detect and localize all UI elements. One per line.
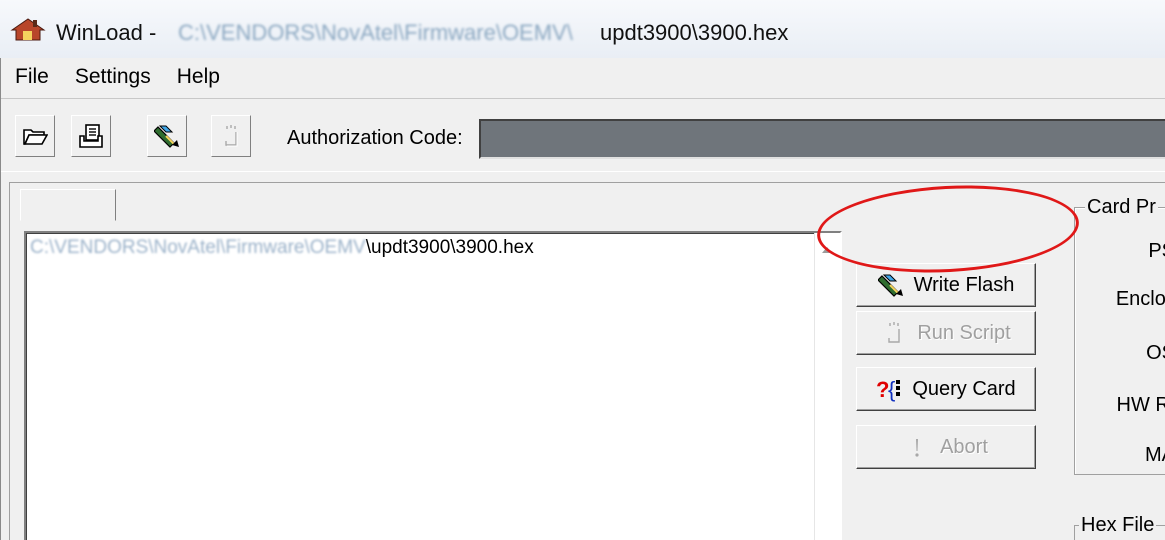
folder-open-icon bbox=[23, 129, 48, 145]
open-file-button[interactable] bbox=[15, 115, 55, 157]
winload-window: File Settings Help Authorization Code: C… bbox=[0, 58, 1165, 540]
window-title-prefix: WinLoad - bbox=[56, 20, 157, 45]
run-script-icon bbox=[888, 322, 901, 343]
hex-file-legend: Hex File bbox=[1079, 514, 1157, 537]
write-flash-icon bbox=[154, 125, 179, 148]
property-label: PS bbox=[1148, 240, 1165, 262]
toolbar: Authorization Code: bbox=[1, 98, 1165, 172]
file-list-tab[interactable] bbox=[20, 189, 116, 221]
card-properties-legend: Card Pr bbox=[1085, 196, 1158, 219]
scroll-up-arrow-icon[interactable] bbox=[822, 247, 832, 253]
abort-label: Abort bbox=[940, 435, 988, 458]
menu-help[interactable]: Help bbox=[177, 65, 220, 89]
property-label: Enclosu bbox=[1115, 288, 1165, 310]
title-bar: WinLoad - C:\VENDORS\NovAtel\Firmware\OE… bbox=[0, 0, 1165, 58]
hex-file-group: Hex File bbox=[1074, 514, 1165, 540]
query-card-button[interactable]: ? { Query Card bbox=[856, 367, 1036, 411]
write-flash-button[interactable]: Write Flash bbox=[856, 263, 1036, 307]
window-title-path: C:\VENDORS\NovAtel\Firmware\OEMV\ bbox=[178, 20, 573, 45]
vertical-scrollbar[interactable] bbox=[814, 233, 840, 540]
run-script-icon bbox=[225, 125, 238, 147]
file-list[interactable]: C:\VENDORS\NovAtel\Firmware\OEMV\updt390… bbox=[24, 231, 842, 540]
run-script-button[interactable]: Run Script bbox=[856, 311, 1036, 355]
menu-bar: File Settings Help bbox=[1, 58, 1165, 96]
list-item-file: \updt3900\3900.hex bbox=[365, 237, 534, 258]
window-title-file: updt3900\3900.hex bbox=[600, 20, 789, 45]
write-flash-label: Write Flash bbox=[913, 273, 1015, 296]
property-label: MA bbox=[1145, 444, 1165, 466]
property-label: OS bbox=[1146, 342, 1165, 364]
abort-button[interactable]: Abort bbox=[856, 425, 1036, 469]
write-flash-toolbar-button[interactable] bbox=[147, 115, 187, 157]
run-script-label: Run Script bbox=[917, 321, 1011, 344]
run-script-toolbar-button[interactable] bbox=[211, 115, 251, 157]
menu-file[interactable]: File bbox=[15, 65, 49, 89]
list-item[interactable]: C:\VENDORS\NovAtel\Firmware\OEMV\updt390… bbox=[30, 237, 534, 259]
property-label: HW Re bbox=[1116, 394, 1165, 416]
authorization-code-field[interactable] bbox=[479, 119, 1165, 159]
main-panel: C:\VENDORS\NovAtel\Firmware\OEMV\updt390… bbox=[9, 182, 1165, 540]
open-script-button[interactable] bbox=[71, 115, 111, 157]
authorization-code-label: Authorization Code: bbox=[287, 127, 463, 149]
query-card-label: Query Card bbox=[912, 377, 1016, 400]
write-flash-icon bbox=[877, 274, 903, 297]
winload-app-icon bbox=[10, 18, 46, 41]
svg-text:{: { bbox=[888, 377, 895, 402]
menu-settings[interactable]: Settings bbox=[75, 65, 151, 89]
list-item-path: C:\VENDORS\NovAtel\Firmware\OEMV bbox=[30, 237, 366, 258]
query-card-icon: ? { bbox=[876, 377, 901, 402]
document-icon bbox=[79, 124, 103, 148]
card-properties-group: Card Pr PS Enclosu OS HW Re MA bbox=[1074, 196, 1165, 475]
abort-icon bbox=[915, 439, 919, 457]
